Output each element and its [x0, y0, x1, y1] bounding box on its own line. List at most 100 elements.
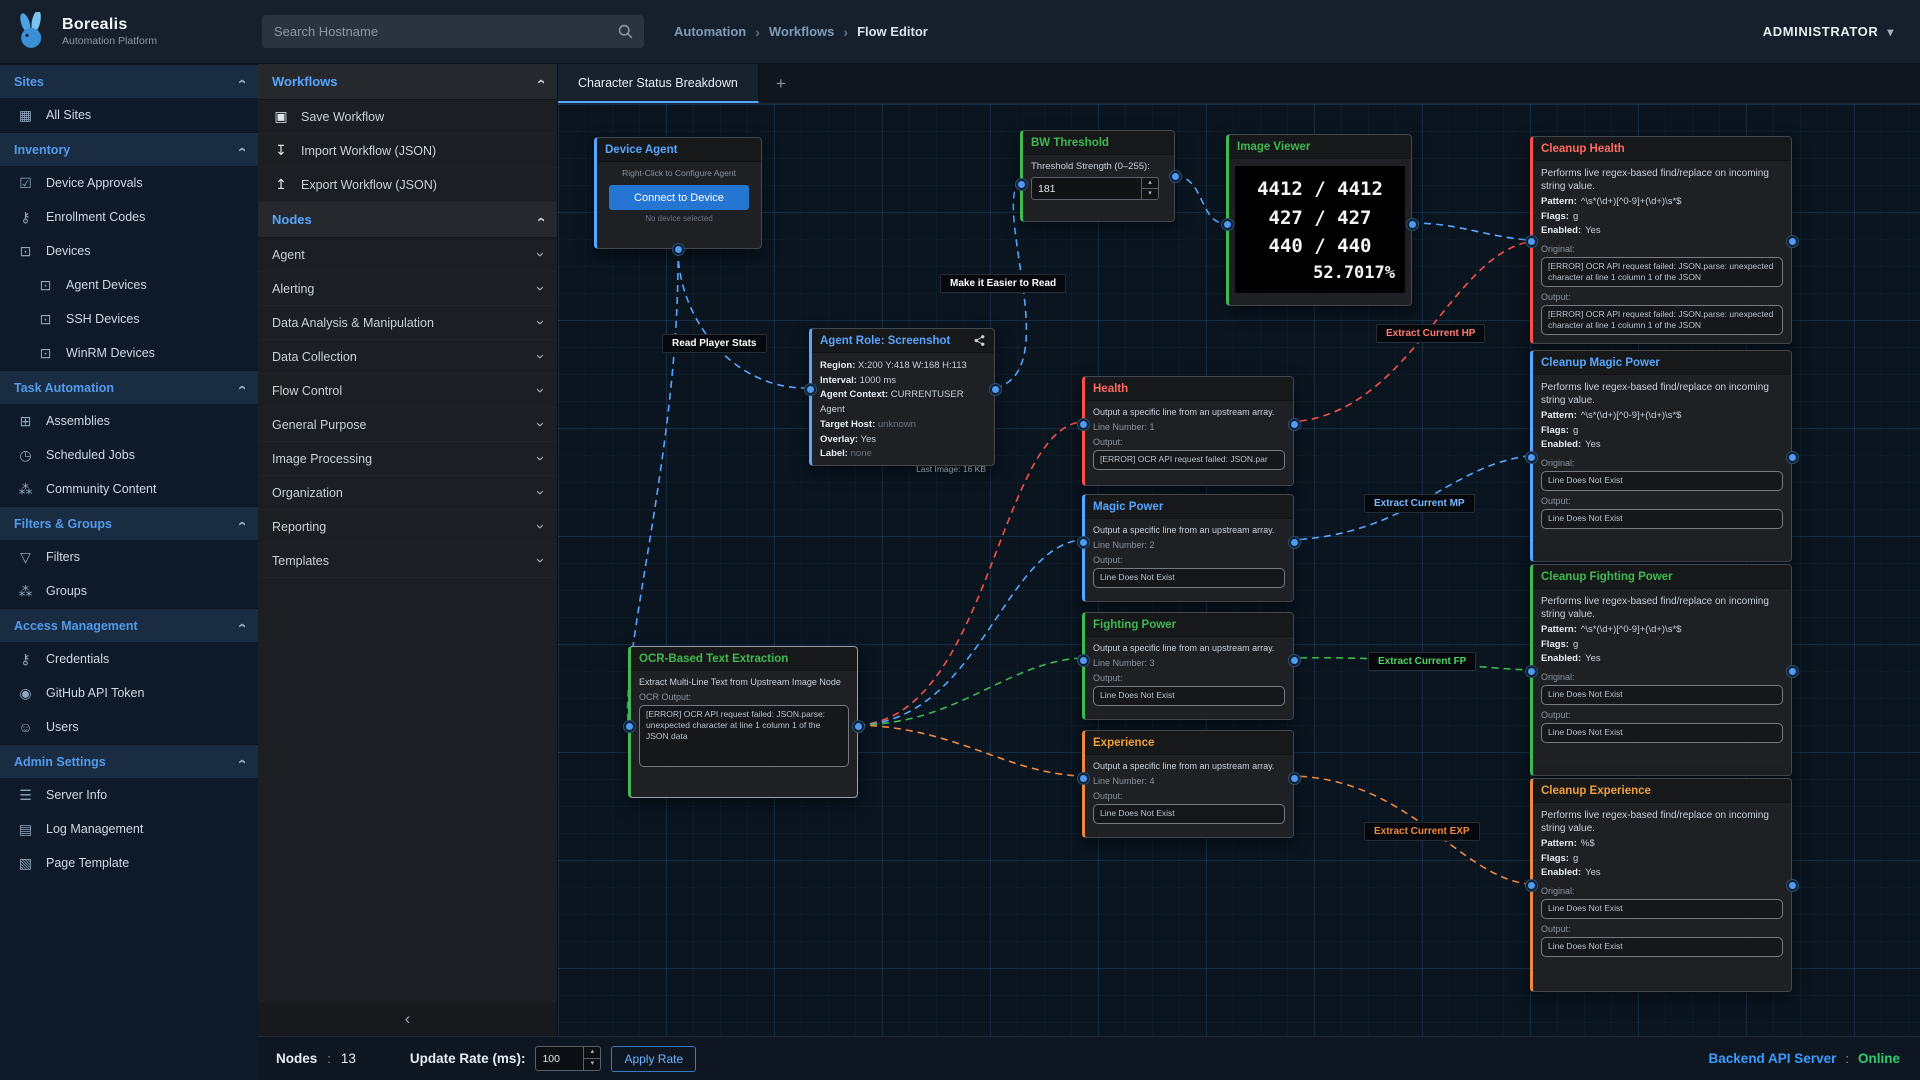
sidebar-section-sites[interactable]: Sites ›: [0, 64, 258, 98]
node-experience[interactable]: Experience Output a specific line from a…: [1082, 730, 1294, 838]
output-textbox[interactable]: Line Does Not Exist: [1093, 568, 1285, 588]
node-category-reporting[interactable]: Reporting ›: [258, 510, 557, 544]
nodes-header[interactable]: Nodes ›: [258, 202, 557, 238]
connection-handle[interactable]: [1787, 236, 1798, 247]
output-textbox[interactable]: Line Does Not Exist: [1541, 723, 1783, 743]
output-textbox[interactable]: [ERROR] OCR API request failed: JSON.par: [1093, 450, 1285, 470]
ocr-output-textbox[interactable]: [ERROR] OCR API request failed: JSON.par…: [639, 705, 849, 767]
node-cleanup-health[interactable]: Cleanup Health Performs live regex-based…: [1530, 136, 1792, 344]
sidebar-item-enrollment-codes[interactable]: ⚷ Enrollment Codes: [0, 200, 258, 234]
output-textbox[interactable]: Line Does Not Exist: [1093, 804, 1285, 824]
threshold-input[interactable]: [1032, 178, 1141, 199]
node-fighting-power[interactable]: Fighting Power Output a specific line fr…: [1082, 612, 1294, 720]
sidebar-item-groups[interactable]: ⁂ Groups: [0, 574, 258, 608]
connection-handle[interactable]: [624, 721, 635, 732]
node-cleanup-fighting-power[interactable]: Cleanup Fighting Power Performs live reg…: [1530, 564, 1792, 776]
output-textbox[interactable]: Line Does Not Exist: [1541, 937, 1783, 957]
workflows-header[interactable]: Workflows ›: [258, 64, 557, 100]
collapse-panel-button[interactable]: ‹: [258, 1002, 557, 1036]
sidebar-section-inventory[interactable]: Inventory ›: [0, 132, 258, 166]
node-image-viewer[interactable]: Image Viewer 4412 / 4412 427 / 427 440 /…: [1226, 134, 1412, 306]
node-bw-threshold[interactable]: BW Threshold Threshold Strength (0–255):…: [1020, 130, 1175, 222]
node-ocr-text-extraction[interactable]: OCR-Based Text Extraction Extract Multi-…: [628, 646, 858, 798]
connection-handle[interactable]: [1078, 419, 1089, 430]
connection-handle[interactable]: [1078, 537, 1089, 548]
sidebar-item-page-template[interactable]: ▧ Page Template: [0, 846, 258, 880]
update-rate-input[interactable]: [536, 1047, 583, 1070]
connection-handle[interactable]: [1289, 419, 1300, 430]
connection-handle[interactable]: [1289, 773, 1300, 784]
sidebar-section-access-management[interactable]: Access Management ›: [0, 608, 258, 642]
node-magic-power[interactable]: Magic Power Output a specific line from …: [1082, 494, 1294, 602]
sidebar-section-admin-settings[interactable]: Admin Settings ›: [0, 744, 258, 778]
original-textbox[interactable]: Line Does Not Exist: [1541, 471, 1783, 491]
sidebar-item-assemblies[interactable]: ⊞ Assemblies: [0, 404, 258, 438]
sidebar-section-filters-groups[interactable]: Filters & Groups ›: [0, 506, 258, 540]
connection-handle[interactable]: [1289, 655, 1300, 666]
sidebar-item-filters[interactable]: ▽ Filters: [0, 540, 258, 574]
connection-handle[interactable]: [1170, 171, 1181, 182]
sidebar-item-community-content[interactable]: ⁂ Community Content: [0, 472, 258, 506]
stepper-down-icon[interactable]: ▾: [1142, 189, 1158, 199]
stepper-up-icon[interactable]: ▴: [1142, 178, 1158, 189]
save-workflow-button[interactable]: ▣ Save Workflow: [258, 100, 557, 134]
user-menu[interactable]: ADMINISTRATOR ▾: [1763, 24, 1894, 39]
node-category-organization[interactable]: Organization ›: [258, 476, 557, 510]
stepper-down-icon[interactable]: ▾: [584, 1059, 600, 1070]
sidebar-item-scheduled-jobs[interactable]: ◷ Scheduled Jobs: [0, 438, 258, 472]
original-textbox[interactable]: Line Does Not Exist: [1541, 899, 1783, 919]
sidebar-item-server-info[interactable]: ☰ Server Info: [0, 778, 258, 812]
connection-handle[interactable]: [1526, 236, 1537, 247]
connection-handle[interactable]: [805, 384, 816, 395]
connection-handle[interactable]: [1078, 655, 1089, 666]
node-category-flow-control[interactable]: Flow Control ›: [258, 374, 557, 408]
connection-handle[interactable]: [1289, 537, 1300, 548]
node-category-templates[interactable]: Templates ›: [258, 544, 557, 578]
connection-handle[interactable]: [1787, 452, 1798, 463]
sidebar-section-task-automation[interactable]: Task Automation ›: [0, 370, 258, 404]
connection-handle[interactable]: [1222, 219, 1233, 230]
node-category-agent[interactable]: Agent ›: [258, 238, 557, 272]
connection-handle[interactable]: [1787, 880, 1798, 891]
search-input[interactable]: [262, 15, 644, 48]
node-category-image-processing[interactable]: Image Processing ›: [258, 442, 557, 476]
breadcrumb-automation[interactable]: Automation: [674, 24, 746, 39]
export-workflow-button[interactable]: ↥ Export Workflow (JSON): [258, 168, 557, 202]
node-agent-role-screenshot[interactable]: Agent Role: Screenshot Region: X:200 Y:4…: [809, 328, 995, 466]
sidebar-item-winrm-devices[interactable]: ⊡ WinRM Devices: [0, 336, 258, 370]
connection-handle[interactable]: [1787, 666, 1798, 677]
share-icon[interactable]: [973, 334, 986, 347]
sidebar-item-device-approvals[interactable]: ☑ Device Approvals: [0, 166, 258, 200]
node-category-data-analysis[interactable]: Data Analysis & Manipulation ›: [258, 306, 557, 340]
add-tab-button[interactable]: +: [759, 64, 803, 103]
import-workflow-button[interactable]: ↧ Import Workflow (JSON): [258, 134, 557, 168]
node-category-alerting[interactable]: Alerting ›: [258, 272, 557, 306]
output-textbox[interactable]: Line Does Not Exist: [1093, 686, 1285, 706]
connection-handle[interactable]: [1526, 452, 1537, 463]
node-health[interactable]: Health Output a specific line from an up…: [1082, 376, 1294, 486]
sidebar-item-log-management[interactable]: ▤ Log Management: [0, 812, 258, 846]
connection-handle[interactable]: [990, 384, 1001, 395]
node-category-general-purpose[interactable]: General Purpose ›: [258, 408, 557, 442]
connection-handle[interactable]: [1078, 773, 1089, 784]
sidebar-item-credentials[interactable]: ⚷ Credentials: [0, 642, 258, 676]
sidebar-item-all-sites[interactable]: ▦ All Sites: [0, 98, 258, 132]
sidebar-item-github-api-token[interactable]: ◉ GitHub API Token: [0, 676, 258, 710]
number-stepper[interactable]: ▴ ▾: [583, 1047, 600, 1070]
number-stepper[interactable]: ▴ ▾: [1141, 178, 1158, 199]
node-category-data-collection[interactable]: Data Collection ›: [258, 340, 557, 374]
output-textbox[interactable]: Line Does Not Exist: [1541, 509, 1783, 529]
sidebar-item-ssh-devices[interactable]: ⊡ SSH Devices: [0, 302, 258, 336]
sidebar-item-devices[interactable]: ⊡ Devices: [0, 234, 258, 268]
connection-handle[interactable]: [1016, 179, 1027, 190]
original-textbox[interactable]: [ERROR] OCR API request failed: JSON.par…: [1541, 257, 1783, 287]
stepper-up-icon[interactable]: ▴: [584, 1047, 600, 1059]
apply-rate-button[interactable]: Apply Rate: [611, 1046, 696, 1072]
node-cleanup-experience[interactable]: Cleanup Experience Performs live regex-b…: [1530, 778, 1792, 992]
flow-canvas[interactable]: Device Agent Right-Click to Configure Ag…: [558, 104, 1920, 1036]
connection-handle[interactable]: [1526, 666, 1537, 677]
connection-handle[interactable]: [853, 721, 864, 732]
connection-handle[interactable]: [1526, 880, 1537, 891]
node-cleanup-magic-power[interactable]: Cleanup Magic Power Performs live regex-…: [1530, 350, 1792, 562]
connection-handle[interactable]: [1407, 219, 1418, 230]
